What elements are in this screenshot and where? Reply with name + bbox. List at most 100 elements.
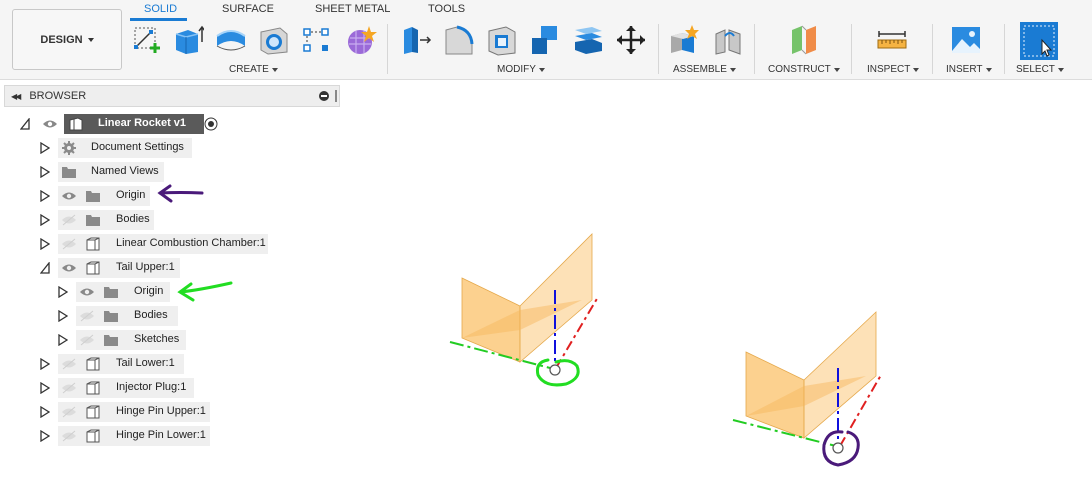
- tree-item-label: Bodies: [116, 213, 150, 225]
- origin-point[interactable]: [832, 442, 844, 454]
- create-sketch-icon[interactable]: [131, 24, 163, 56]
- tab-surface[interactable]: SURFACE: [222, 3, 274, 15]
- eye-icon[interactable]: [42, 118, 58, 130]
- eye-hidden-icon[interactable]: [61, 382, 77, 394]
- browser-title: BROWSER: [29, 90, 87, 102]
- form-icon[interactable]: [345, 24, 377, 56]
- press-pull-icon[interactable]: [400, 24, 432, 56]
- tree-item-bg: Bodies: [58, 210, 154, 230]
- tree-item-hinge-pin-lower[interactable]: Hinge Pin Lower:1: [38, 426, 218, 446]
- insert-menu[interactable]: INSERT: [946, 64, 992, 75]
- tab-solid[interactable]: SOLID: [144, 3, 177, 15]
- eye-icon[interactable]: [79, 286, 95, 298]
- toolbar: DESIGN SOLID SURFACE SHEET METAL TOOLS C…: [0, 0, 1092, 80]
- tree-item-label: Hinge Pin Upper:1: [116, 405, 206, 417]
- collapse-icon[interactable]: ◀◀: [11, 92, 21, 101]
- eye-icon[interactable]: [61, 262, 77, 274]
- tree-item-root[interactable]: Linear Rocket v1: [18, 114, 228, 134]
- minimize-icon[interactable]: [319, 91, 329, 101]
- combine-icon[interactable]: [529, 24, 561, 56]
- 3d-viewport[interactable]: [340, 82, 1092, 503]
- tree-item-origin[interactable]: Origin: [38, 186, 168, 206]
- select-icon[interactable]: [1020, 22, 1058, 60]
- collapsed-triangle-icon[interactable]: [40, 358, 50, 370]
- tree-item-document-settings[interactable]: Document Settings: [38, 138, 198, 158]
- collapsed-triangle-icon[interactable]: [58, 310, 68, 322]
- origin-point[interactable]: [549, 364, 561, 376]
- insert-image-icon[interactable]: [950, 24, 982, 56]
- eye-hidden-icon[interactable]: [79, 310, 95, 322]
- joint-icon[interactable]: [712, 24, 744, 56]
- tree-item-tail-upper[interactable]: Tail Upper:1: [38, 258, 188, 278]
- hole-icon[interactable]: [258, 24, 290, 56]
- panel-grip-icon[interactable]: [335, 90, 337, 102]
- shell-icon[interactable]: [486, 24, 518, 56]
- tab-tools[interactable]: TOOLS: [428, 3, 465, 15]
- tree-item-bg: Injector Plug:1: [58, 378, 194, 398]
- tree-item-bg: Sketches: [76, 330, 186, 350]
- assemble-menu[interactable]: ASSEMBLE: [673, 64, 736, 75]
- new-component-icon[interactable]: [668, 24, 700, 56]
- tree-item-bodies[interactable]: Bodies: [38, 210, 168, 230]
- pattern-icon[interactable]: [300, 24, 332, 56]
- origin-plane[interactable]: [803, 311, 877, 439]
- select-menu[interactable]: SELECT: [1016, 64, 1064, 75]
- expanded-triangle-icon[interactable]: [40, 262, 50, 274]
- collapsed-triangle-icon[interactable]: [40, 214, 50, 226]
- tab-sheet-metal[interactable]: SHEET METAL: [315, 3, 390, 15]
- chevron-down-icon: [833, 67, 840, 72]
- eye-hidden-icon[interactable]: [61, 430, 77, 442]
- expanded-triangle-icon[interactable]: [20, 118, 30, 130]
- tree-item-bg: Tail Upper:1: [58, 258, 180, 278]
- inspect-menu[interactable]: INSPECT: [867, 64, 920, 75]
- move-copy-icon[interactable]: [615, 24, 647, 56]
- tree-item-label: Tail Lower:1: [116, 357, 175, 369]
- split-body-icon[interactable]: [572, 24, 604, 56]
- collapsed-triangle-icon[interactable]: [58, 334, 68, 346]
- design-workspace-button[interactable]: DESIGN: [12, 9, 122, 70]
- tree-item-linear-combustion-chamber[interactable]: Linear Combustion Chamber:1: [38, 234, 270, 254]
- eye-hidden-icon[interactable]: [79, 334, 95, 346]
- activate-radio-icon[interactable]: [204, 117, 218, 131]
- eye-hidden-icon[interactable]: [61, 358, 77, 370]
- gear-icon: [62, 141, 76, 155]
- tree-item-bg: Linear Combustion Chamber:1: [58, 234, 268, 254]
- tree-item-tail-upper-sketches[interactable]: Sketches: [56, 330, 196, 350]
- select-label: SELECT: [1016, 64, 1055, 75]
- measure-icon[interactable]: [876, 24, 908, 56]
- collapsed-triangle-icon[interactable]: [58, 286, 68, 298]
- tree-item-named-views[interactable]: Named Views: [38, 162, 178, 182]
- chevron-down-icon: [729, 67, 736, 72]
- tree-item-label: Named Views: [91, 165, 159, 177]
- tree-item-injector-plug[interactable]: Injector Plug:1: [38, 378, 198, 398]
- revolve-icon[interactable]: [215, 24, 247, 56]
- collapsed-triangle-icon[interactable]: [40, 382, 50, 394]
- fillet-icon[interactable]: [443, 24, 475, 56]
- collapsed-triangle-icon[interactable]: [40, 406, 50, 418]
- tree-item-label: Sketches: [134, 333, 180, 345]
- tree-item-bg: Origin: [58, 186, 150, 206]
- tree-item-tail-upper-origin[interactable]: Origin: [56, 282, 186, 302]
- create-menu[interactable]: CREATE: [229, 64, 278, 75]
- tree-item-tail-upper-bodies[interactable]: Bodies: [56, 306, 186, 326]
- modify-label: MODIFY: [497, 64, 536, 75]
- collapsed-triangle-icon[interactable]: [40, 238, 50, 250]
- eye-hidden-icon[interactable]: [61, 406, 77, 418]
- folder-icon: [86, 191, 100, 202]
- offset-plane-icon[interactable]: [788, 24, 820, 56]
- modify-menu[interactable]: MODIFY: [497, 64, 545, 75]
- folder-icon: [104, 311, 118, 322]
- eye-hidden-icon[interactable]: [61, 238, 77, 250]
- tree-item-hinge-pin-upper[interactable]: Hinge Pin Upper:1: [38, 402, 218, 422]
- eye-icon[interactable]: [61, 190, 77, 202]
- folder-icon: [104, 287, 118, 298]
- tree-item-tail-lower[interactable]: Tail Lower:1: [38, 354, 188, 374]
- collapsed-triangle-icon[interactable]: [40, 430, 50, 442]
- construct-menu[interactable]: CONSTRUCT: [768, 64, 840, 75]
- extrude-icon[interactable]: [172, 24, 204, 56]
- collapsed-triangle-icon[interactable]: [40, 190, 50, 202]
- eye-hidden-icon[interactable]: [61, 214, 77, 226]
- collapsed-triangle-icon[interactable]: [40, 166, 50, 178]
- collapsed-triangle-icon[interactable]: [40, 142, 50, 154]
- toolbar-divider: [387, 24, 388, 74]
